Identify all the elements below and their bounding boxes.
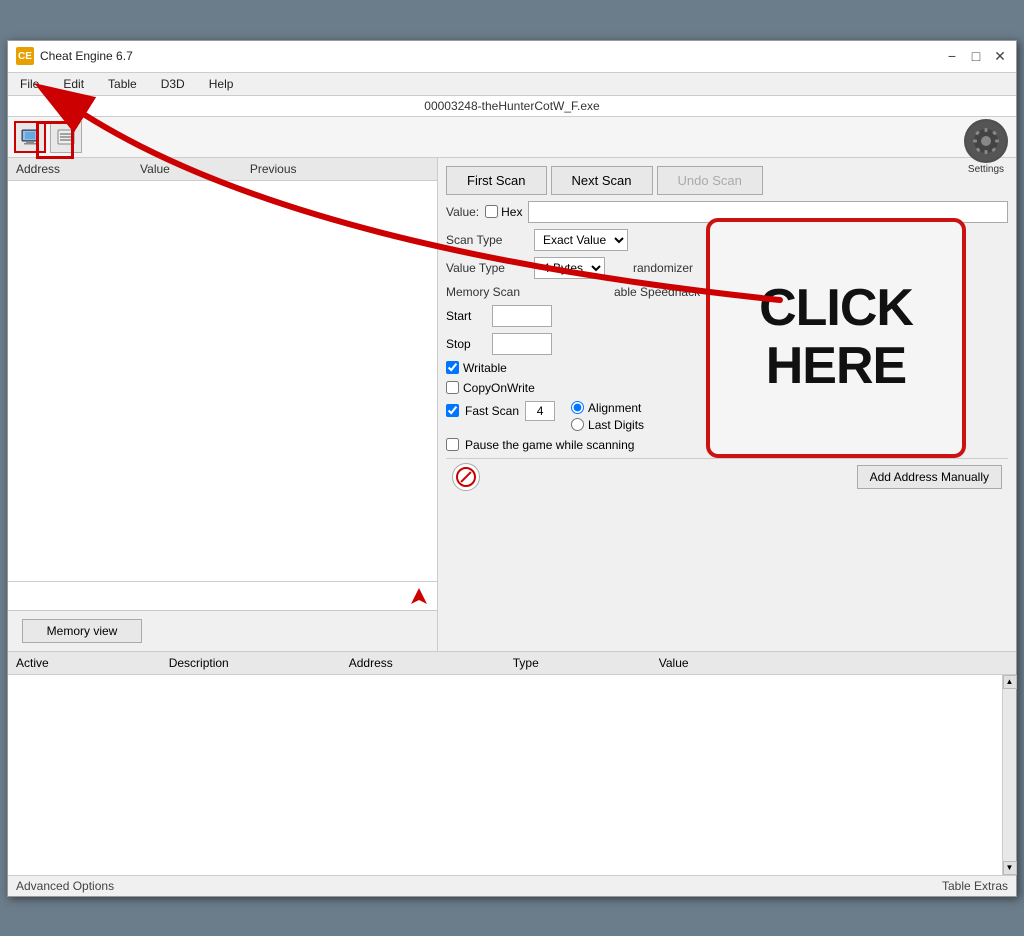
window-controls: − □ ✕	[944, 48, 1008, 64]
process-name: 00003248-theHunterCotW_F.exe	[424, 99, 599, 113]
hex-label: Hex	[501, 205, 522, 219]
last-digits-label: Last Digits	[588, 418, 644, 432]
fast-scan-row: Fast Scan	[446, 401, 555, 421]
col-value: Value	[140, 162, 170, 176]
bottom-section: Active Description Address Type Value ▲ …	[8, 651, 1016, 875]
fast-scan-label: Fast Scan	[465, 404, 519, 418]
right-panel-container: First Scan Next Scan Undo Scan Value: He…	[438, 158, 1016, 651]
right-panel-bottom-toolbar: Add Address Manually	[446, 458, 1008, 495]
col-address: Address	[16, 162, 60, 176]
col-previous: Previous	[250, 162, 297, 176]
col-active: Active	[16, 656, 49, 670]
copy-on-write-checkbox[interactable]	[446, 381, 459, 394]
writable-checkbox[interactable]	[446, 361, 459, 374]
speedhack-label: able Speedhack	[614, 285, 700, 299]
next-scan-button[interactable]: Next Scan	[551, 166, 653, 195]
col-description: Description	[169, 656, 229, 670]
stop-input[interactable]	[492, 333, 552, 355]
bottom-header: Active Description Address Type Value	[8, 652, 1016, 675]
bottom-body: ▲ ▼	[8, 675, 1016, 875]
status-left: Advanced Options	[16, 879, 114, 893]
hex-checkbox: Hex	[485, 205, 522, 219]
stop-circle	[456, 467, 476, 487]
stop-label: Stop	[446, 337, 486, 351]
writable-label: Writable	[463, 361, 507, 375]
click-here-line2: HERE	[766, 338, 906, 395]
first-scan-button[interactable]: First Scan	[446, 166, 547, 195]
close-button[interactable]: ✕	[992, 48, 1008, 64]
alignment-row: Alignment	[571, 401, 644, 415]
value-label: Value:	[446, 205, 479, 219]
menu-table[interactable]: Table	[104, 75, 141, 93]
pause-label: Pause the game while scanning	[465, 438, 634, 452]
arrow-indicator	[8, 581, 437, 610]
alignment-label: Alignment	[588, 401, 641, 415]
undo-scan-button[interactable]: Undo Scan	[657, 166, 763, 195]
scrollbar-right[interactable]: ▲ ▼	[1002, 675, 1016, 875]
fast-scan-input[interactable]	[525, 401, 555, 421]
value-type-select[interactable]: 4 Bytes	[534, 257, 605, 279]
toolbar-btn-2[interactable]	[50, 121, 82, 153]
fast-scan-left: Fast Scan	[446, 401, 555, 421]
list-icon	[56, 127, 76, 147]
click-here-overlay: CLICK HERE	[706, 218, 966, 458]
status-bar: Advanced Options Table Extras	[8, 875, 1016, 896]
last-digits-radio[interactable]	[571, 418, 584, 431]
scroll-up-arrow[interactable]: ▲	[1003, 675, 1017, 689]
value-type-label: Value Type	[446, 261, 526, 275]
col-value: Value	[659, 656, 689, 670]
minimize-button[interactable]: −	[944, 48, 960, 64]
scroll-down-arrow[interactable]: ▼	[1003, 861, 1017, 875]
stop-line	[460, 471, 471, 482]
col-type: Type	[513, 656, 539, 670]
toolbar: Settings	[8, 117, 1016, 158]
scan-type-select[interactable]: Exact Value	[534, 229, 628, 251]
fast-scan-checkbox[interactable]	[446, 404, 459, 417]
settings-gear-icon[interactable]	[964, 119, 1008, 163]
start-input[interactable]	[492, 305, 552, 327]
window-title: Cheat Engine 6.7	[40, 49, 133, 63]
main-window: CE Cheat Engine 6.7 − □ ✕ File Edit Tabl…	[7, 40, 1017, 897]
scroll-track	[1003, 689, 1016, 861]
gear-svg	[971, 126, 1001, 156]
click-here-line1: CLICK	[759, 280, 913, 337]
left-panel-header: Address Value Previous	[8, 158, 437, 181]
memory-scan-label: Memory Scan	[446, 285, 526, 299]
start-label: Start	[446, 309, 486, 323]
randomizer-label: randomizer	[633, 261, 693, 275]
computer-icon	[20, 127, 40, 147]
status-right: Table Extras	[942, 879, 1008, 893]
left-panel-body	[8, 181, 437, 581]
pointer-icon	[409, 586, 429, 606]
main-content: Address Value Previous Memory view First…	[8, 158, 1016, 651]
pause-checkbox[interactable]	[446, 438, 459, 451]
radio-group: Alignment Last Digits	[571, 401, 644, 432]
copy-on-write-label: CopyOnWrite	[463, 381, 535, 395]
title-bar: CE Cheat Engine 6.7 − □ ✕	[8, 41, 1016, 73]
app-icon: CE	[16, 47, 34, 65]
scan-type-label: Scan Type	[446, 233, 526, 247]
last-digits-row: Last Digits	[571, 418, 644, 432]
col-address: Address	[349, 656, 393, 670]
alignment-radio[interactable]	[571, 401, 584, 414]
menu-d3d[interactable]: D3D	[157, 75, 189, 93]
open-process-button[interactable]	[14, 121, 46, 153]
memory-view-area: Memory view	[8, 610, 437, 651]
add-address-button[interactable]: Add Address Manually	[857, 465, 1002, 489]
menu-edit[interactable]: Edit	[59, 75, 88, 93]
address-bar: 00003248-theHunterCotW_F.exe	[8, 96, 1016, 117]
menu-file[interactable]: File	[16, 75, 43, 93]
memory-view-button[interactable]: Memory view	[22, 619, 142, 643]
left-panel: Address Value Previous Memory view	[8, 158, 438, 651]
maximize-button[interactable]: □	[968, 48, 984, 64]
title-bar-left: CE Cheat Engine 6.7	[16, 47, 133, 65]
menubar: File Edit Table D3D Help	[8, 73, 1016, 96]
menu-help[interactable]: Help	[205, 75, 238, 93]
hex-checkbox-input[interactable]	[485, 205, 498, 218]
stop-icon[interactable]	[452, 463, 480, 491]
scan-buttons-row: First Scan Next Scan Undo Scan	[446, 166, 1008, 195]
